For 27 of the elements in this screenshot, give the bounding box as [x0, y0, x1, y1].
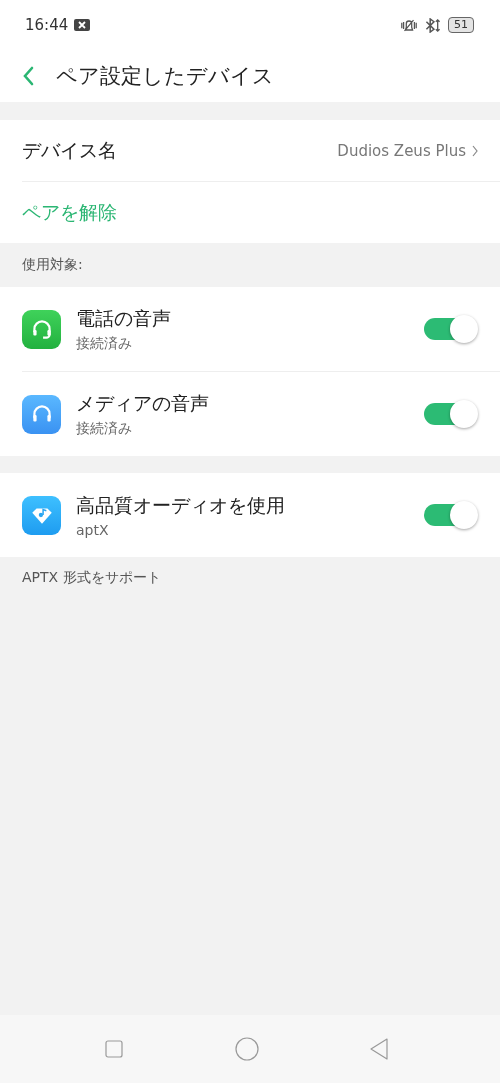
battery-indicator: 51	[448, 17, 474, 33]
clock: 16:44	[25, 16, 69, 34]
headset-icon	[22, 394, 61, 434]
headset-icon	[22, 309, 61, 349]
recent-apps-button[interactable]	[102, 1037, 126, 1061]
diamond-music-icon	[22, 495, 61, 535]
setting-title: 高品質オーディオを使用	[76, 492, 285, 518]
device-name-label: デバイス名	[22, 137, 117, 163]
unpair-link[interactable]: ペアを解除	[22, 199, 117, 226]
setting-title: メディアの音声	[76, 390, 209, 416]
footnote: APTX 形式をサポート	[21, 568, 162, 587]
toggle-switch[interactable]	[424, 504, 478, 526]
setting-status: aptX	[76, 521, 110, 538]
page-title: ペア設定したデバイス	[56, 63, 274, 90]
toggle-switch[interactable]	[424, 318, 478, 340]
device-name-value[interactable]: Dudios Zeus Plus	[337, 141, 466, 160]
setting-status: 接続済み	[76, 419, 133, 438]
setting-status: 接続済み	[76, 334, 133, 353]
bluetooth-icon	[424, 17, 442, 33]
toggle-switch[interactable]	[424, 403, 478, 425]
setting-title: 電話の音声	[76, 305, 171, 331]
back-icon[interactable]	[22, 66, 34, 86]
chevron-icon	[472, 144, 478, 157]
vibrate-icon	[400, 17, 418, 33]
section-label: 使用対象:	[21, 255, 84, 274]
home-button[interactable]	[234, 1037, 259, 1061]
message-icon	[74, 19, 91, 31]
